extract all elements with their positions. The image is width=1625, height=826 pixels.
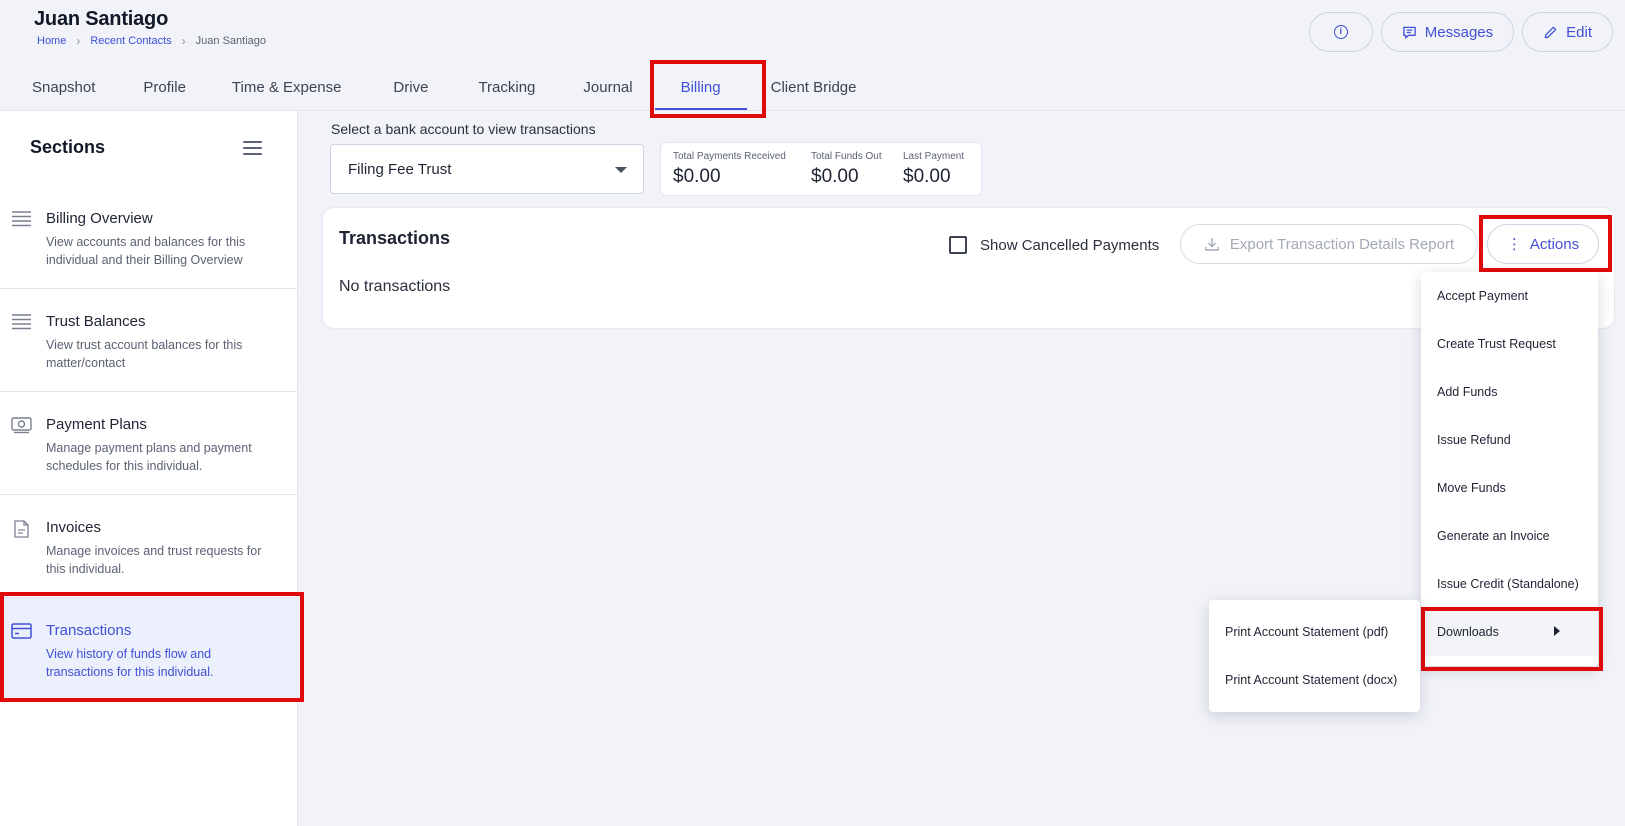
sidebar-item-transactions[interactable]: Transactions View history of funds flow … [0, 598, 297, 701]
downloads-submenu: Print Account Statement (pdf) Print Acco… [1209, 600, 1420, 712]
show-cancelled-checkbox[interactable] [949, 236, 967, 254]
tab-underline [654, 108, 747, 110]
menu-item-generate-invoice[interactable]: Generate an Invoice [1421, 512, 1598, 560]
menu-item-print-statement-docx[interactable]: Print Account Statement (docx) [1209, 656, 1420, 704]
download-icon [1205, 238, 1219, 251]
tab-label: Client Bridge [770, 79, 857, 96]
edit-label: Edit [1566, 23, 1592, 41]
stat-total-payments: Total Payments Received $0.00 [673, 151, 786, 188]
credit-card-icon [11, 623, 32, 639]
menu-item-create-trust-request[interactable]: Create Trust Request [1421, 320, 1598, 368]
actions-label: Actions [1529, 235, 1580, 253]
tab-label: Time & Expense [231, 79, 342, 96]
menu-item-issue-credit[interactable]: Issue Credit (Standalone) [1421, 560, 1598, 608]
menu-item-accept-payment[interactable]: Accept Payment [1421, 272, 1598, 320]
tab-snapshot[interactable]: Snapshot [32, 70, 95, 110]
sidebar-item-trust-balances[interactable]: Trust Balances View trust account balanc… [0, 289, 297, 392]
bank-account-select[interactable]: Filing Fee Trust [330, 144, 644, 194]
tab-label: Billing [680, 79, 721, 96]
sidebar-item-payment-plans[interactable]: Payment Plans Manage payment plans and p… [0, 392, 297, 495]
tab-label: Drive [393, 79, 429, 96]
sidebar-item-desc: View history of funds flow and transacti… [46, 647, 214, 679]
tab-billing[interactable]: Billing [654, 70, 747, 110]
sidebar-item-label: Invoices [46, 519, 102, 536]
menu-item-move-funds[interactable]: Move Funds [1421, 464, 1598, 512]
stat-total-funds-out: Total Funds Out $0.00 [811, 151, 882, 188]
sidebar-item-label: Trust Balances [46, 313, 146, 330]
page-header: Juan Santiago Home › Recent Contacts › J… [0, 0, 1625, 111]
list-icon [12, 211, 31, 227]
menu-item-issue-refund[interactable]: Issue Refund [1421, 416, 1598, 464]
message-icon [1402, 26, 1416, 39]
sidebar-title: Sections [30, 137, 106, 157]
pencil-icon [1544, 26, 1557, 38]
bank-select-value: Filing Fee Trust [348, 161, 452, 178]
messages-button[interactable]: Messages [1380, 12, 1515, 52]
tab-journal[interactable]: Journal [583, 70, 632, 110]
transactions-title: Transactions [339, 228, 451, 248]
chevron-right-icon: › [181, 34, 186, 48]
show-cancelled-label: Show Cancelled Payments [980, 236, 1160, 254]
sidebar-item-desc: Manage payment plans and payment schedul… [46, 441, 252, 473]
breadcrumb-current: Juan Santiago [195, 35, 267, 47]
cash-icon [11, 417, 32, 434]
actions-button[interactable]: ⋮ Actions [1487, 224, 1599, 264]
sidebar-item-label: Transactions [46, 622, 132, 639]
tab-tracking[interactable]: Tracking [478, 70, 535, 110]
sidebar-item-desc: View accounts and balances for this indi… [46, 235, 246, 267]
sidebar-item-invoices[interactable]: Invoices Manage invoices and trust reque… [0, 495, 297, 598]
sidebar-item-desc: View trust account balances for this mat… [46, 338, 243, 370]
list-icon [12, 314, 31, 330]
info-button[interactable]: i [1308, 12, 1373, 52]
more-vertical-icon: ⋮ [1506, 236, 1522, 253]
empty-state-text: No transactions [339, 278, 451, 295]
menu-item-print-statement-pdf[interactable]: Print Account Statement (pdf) [1209, 608, 1420, 656]
edit-button[interactable]: Edit [1522, 12, 1613, 52]
menu-item-add-funds[interactable]: Add Funds [1421, 368, 1598, 416]
stat-last-payment: Last Payment $0.00 [903, 151, 964, 188]
tab-bar: Snapshot Profile Time & Expense Drive Tr… [12, 70, 857, 110]
tab-label: Snapshot [32, 79, 96, 96]
tab-label: Journal [583, 79, 633, 96]
breadcrumb-recent-contacts[interactable]: Recent Contacts [90, 35, 171, 47]
tab-profile[interactable]: Profile [143, 70, 186, 110]
breadcrumb-home[interactable]: Home [37, 35, 66, 47]
document-icon [14, 520, 29, 538]
contact-name: Juan Santiago [34, 8, 169, 30]
export-report-button[interactable]: Export Transaction Details Report [1180, 224, 1478, 264]
actions-menu: Accept Payment Create Trust Request Add … [1421, 272, 1598, 666]
tab-label: Profile [143, 79, 186, 96]
info-icon: i [1333, 25, 1348, 39]
sidebar-item-billing-overview[interactable]: Billing Overview View accounts and balan… [0, 186, 297, 289]
stat-value: $0.00 [903, 166, 951, 187]
tab-drive[interactable]: Drive [393, 70, 428, 110]
account-stats: Total Payments Received $0.00 Total Fund… [660, 142, 982, 196]
breadcrumb: Home › Recent Contacts › Juan Santiago [37, 34, 266, 48]
stat-label: Last Payment [903, 151, 965, 162]
tab-client-bridge[interactable]: Client Bridge [771, 70, 857, 110]
menu-item-downloads[interactable]: Downloads [1421, 608, 1598, 656]
show-cancelled-toggle[interactable]: Show Cancelled Payments [949, 236, 1159, 254]
stat-value: $0.00 [811, 166, 859, 187]
tab-time-expense[interactable]: Time & Expense [232, 70, 342, 110]
sidebar-item-label: Payment Plans [46, 416, 147, 433]
downloads-label: Downloads [1437, 625, 1499, 639]
hamburger-menu-icon[interactable] [243, 141, 262, 155]
tab-label: Tracking [478, 79, 536, 96]
sidebar-item-desc: Manage invoices and trust requests for t… [46, 544, 262, 576]
caret-right-icon [1554, 626, 1560, 636]
header-actions: i Messages Edit [1308, 12, 1613, 52]
stat-label: Total Funds Out [811, 151, 882, 162]
sections-sidebar: Sections Billing Overview View accounts … [0, 111, 298, 826]
export-label: Export Transaction Details Report [1229, 235, 1455, 253]
stat-label: Total Payments Received [673, 151, 786, 162]
chevron-right-icon: › [76, 34, 81, 48]
messages-label: Messages [1424, 23, 1494, 41]
caret-down-icon [615, 167, 627, 173]
stat-value: $0.00 [673, 166, 721, 187]
sidebar-item-label: Billing Overview [46, 210, 153, 227]
bank-select-label: Select a bank account to view transactio… [331, 121, 596, 137]
